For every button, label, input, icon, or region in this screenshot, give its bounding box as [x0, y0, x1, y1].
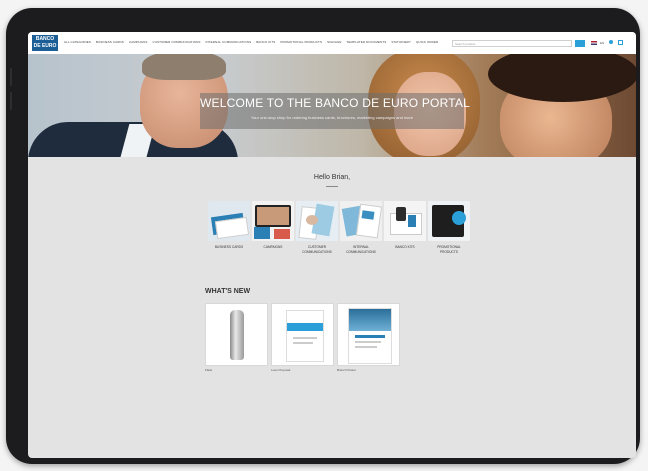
search-button[interactable]: [575, 40, 585, 47]
category-internal-communications[interactable]: Internal Communications: [340, 201, 382, 254]
hero-title: WELCOME TO THE BANCO DE EURO PORTAL: [200, 96, 470, 110]
category-business-cards[interactable]: Business Cards: [208, 201, 250, 250]
category-customer-communications[interactable]: Customer Communications: [296, 201, 338, 254]
nav-links: All Categories Business Cards Campaigns …: [64, 40, 438, 44]
search-input[interactable]: Search product: [452, 40, 572, 47]
category-campaigns[interactable]: Campaigns: [252, 201, 294, 250]
user-icon[interactable]: [609, 40, 613, 44]
flag-icon[interactable]: [591, 41, 597, 45]
nav-item[interactable]: Signage: [327, 40, 341, 44]
logo[interactable]: BANCO DE EURO: [32, 35, 58, 51]
portal-screen: BANCO DE EURO All Categories Business Ca…: [28, 32, 636, 458]
poster-image: [348, 308, 392, 364]
flask-image: [230, 310, 244, 360]
divider: [326, 186, 338, 187]
document-image: [286, 310, 324, 362]
nav-item[interactable]: Templated Documents: [346, 40, 386, 44]
campaigns-image: [252, 201, 294, 241]
nav-item[interactable]: All Categories: [64, 40, 91, 44]
product-card-branch-poster[interactable]: [337, 303, 400, 366]
promotional-products-image: [428, 201, 470, 241]
tablet-frame: BANCO DE EURO All Categories Business Ca…: [6, 8, 640, 464]
whats-new-heading: WHAT'S NEW: [205, 288, 251, 295]
product-label[interactable]: Flask: [205, 368, 212, 372]
customer-communications-image: [296, 201, 338, 241]
nav-item[interactable]: Customer Communications: [153, 40, 201, 44]
hero-banner: WELCOME TO THE BANCO DE EURO PORTAL Your…: [28, 54, 636, 157]
language-selector[interactable]: EN: [600, 41, 604, 45]
banco-kits-image: [384, 201, 426, 241]
volume-button: [10, 68, 12, 86]
product-card-loan-proposal[interactable]: [271, 303, 334, 366]
greeting: Hello Brian,: [313, 174, 351, 181]
business-cards-image: [208, 201, 250, 241]
hero-subtitle: Your one-stop shop for ordering business…: [250, 115, 414, 120]
cart-icon[interactable]: [618, 40, 623, 45]
nav-item[interactable]: Quick Order: [416, 40, 438, 44]
top-nav: BANCO DE EURO All Categories Business Ca…: [28, 32, 636, 55]
product-label[interactable]: Branch Poster: [337, 368, 356, 372]
category-banco-kits[interactable]: Banco Kits: [384, 201, 426, 250]
category-promotional-products[interactable]: Promotional Products: [428, 201, 470, 254]
nav-item[interactable]: Stationery: [391, 40, 411, 44]
internal-communications-image: [340, 201, 382, 241]
nav-item[interactable]: Promotional Products: [280, 40, 322, 44]
nav-item[interactable]: Business Cards: [96, 40, 124, 44]
product-label[interactable]: Loan Proposal: [271, 368, 290, 372]
nav-item[interactable]: Banco Kits: [256, 40, 275, 44]
volume-button: [10, 92, 12, 110]
nav-item[interactable]: Internal Communications: [206, 40, 252, 44]
nav-item[interactable]: Campaigns: [129, 40, 148, 44]
product-card-flask[interactable]: [205, 303, 268, 366]
